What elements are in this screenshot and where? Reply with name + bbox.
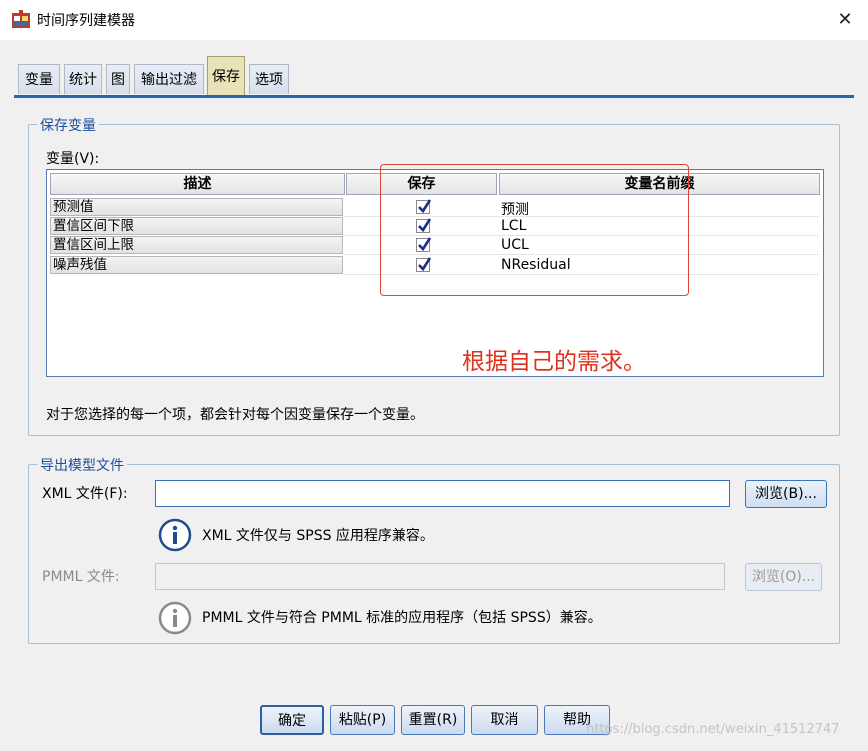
app-icon — [11, 10, 31, 30]
annotation-text: 根据自己的需求。 — [462, 349, 646, 375]
cancel-button[interactable]: 取消 — [471, 705, 538, 735]
row-description: 预测值 — [50, 198, 343, 216]
tab-panel-border — [14, 95, 854, 98]
pmml-info-text: PMML 文件与符合 PMML 标准的应用程序（包括 SPSS）兼容。 — [202, 610, 602, 626]
title-bar: 时间序列建模器 ✕ — [0, 0, 868, 40]
column-header-description[interactable]: 描述 — [50, 173, 345, 195]
tab-options[interactable]: 选项 — [249, 64, 289, 94]
pmml-file-input[interactable] — [155, 563, 725, 590]
paste-button[interactable]: 粘贴(P) — [330, 705, 395, 735]
save-note: 对于您选择的每一个项，都会针对每个因变量保存一个变量。 — [46, 407, 424, 423]
watermark: https://blog.csdn.net/weixin_41512747 — [586, 722, 840, 737]
window-title: 时间序列建模器 — [37, 13, 135, 29]
tab-variables[interactable]: 变量 — [18, 64, 60, 94]
info-icon-disabled — [158, 601, 192, 635]
variables-label: 变量(V): — [46, 151, 100, 167]
row-description: 置信区间上限 — [50, 236, 343, 254]
row-description: 置信区间下限 — [50, 217, 343, 235]
row-description: 噪声残值 — [50, 256, 343, 274]
ok-button[interactable]: 确定 — [260, 705, 324, 735]
xml-file-label: XML 文件(F): — [42, 486, 128, 502]
tab-statistics[interactable]: 统计 — [64, 64, 102, 94]
xml-file-input[interactable] — [155, 480, 730, 507]
highlight-box — [380, 164, 689, 296]
close-button[interactable]: ✕ — [830, 6, 860, 34]
save-variables-group-title: 保存变量 — [37, 115, 99, 135]
tab-save[interactable]: 保存 — [207, 56, 245, 96]
xml-browse-button[interactable]: 浏览(B)... — [745, 480, 827, 508]
pmml-file-label: PMML 文件: — [42, 569, 120, 585]
pmml-browse-button[interactable]: 浏览(O)... — [745, 563, 822, 591]
info-icon — [158, 518, 192, 552]
xml-info-text: XML 文件仅与 SPSS 应用程序兼容。 — [202, 528, 434, 544]
tab-plots[interactable]: 图 — [106, 64, 130, 94]
reset-button[interactable]: 重置(R) — [401, 705, 465, 735]
tab-output-filter[interactable]: 输出过滤 — [134, 64, 204, 94]
export-model-group-title: 导出模型文件 — [37, 455, 127, 475]
